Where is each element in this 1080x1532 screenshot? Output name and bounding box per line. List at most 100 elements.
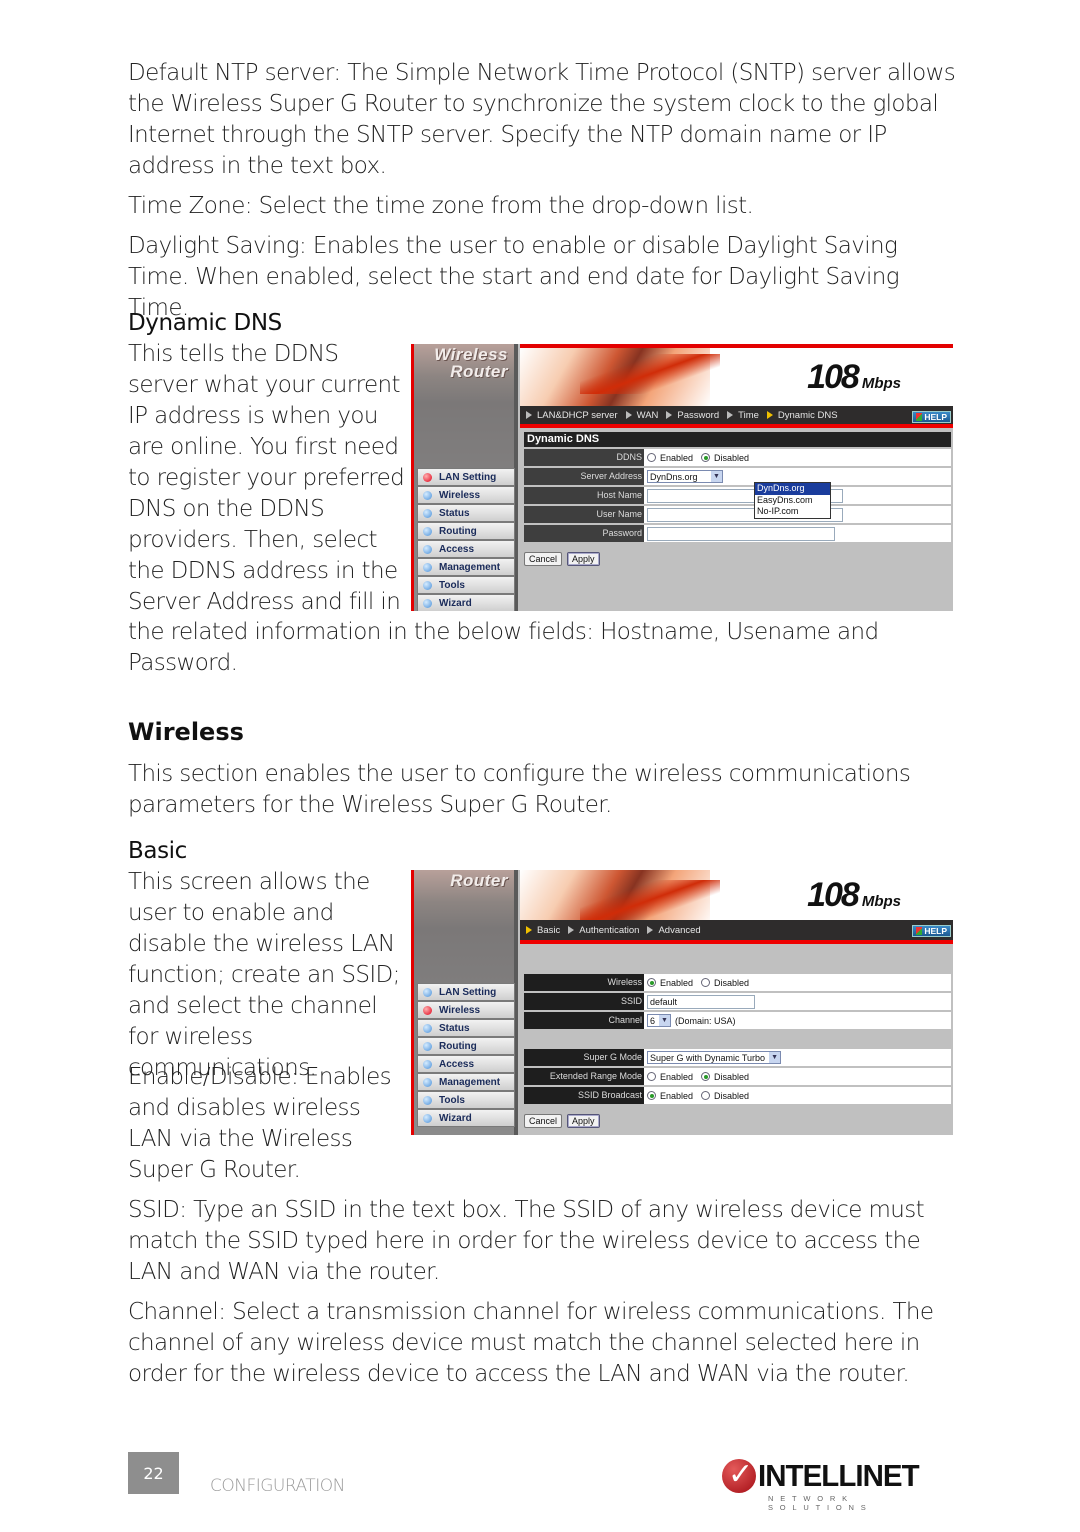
tab-label: Dynamic DNS — [777, 409, 838, 421]
nav-item-access[interactable]: Access — [417, 1055, 515, 1073]
nav-item-lan-setting[interactable]: LAN Setting — [417, 468, 515, 486]
router-logo: Wireless Router — [434, 346, 508, 380]
ext-range-enabled-radio[interactable] — [647, 1072, 656, 1081]
ddns-side-paragraph: This tells the DDNS server what your cur… — [128, 339, 408, 618]
tab-dynamic-dns[interactable]: Dynamic DNS — [766, 409, 838, 421]
channel-select[interactable]: 6 ▼ — [647, 1014, 672, 1027]
nav-item-tools[interactable]: Tools — [417, 1091, 515, 1109]
nav-item-tools[interactable]: Tools — [417, 576, 515, 594]
apply-button[interactable]: Apply — [567, 552, 600, 566]
nav-item-status[interactable]: Status — [417, 504, 515, 522]
password-value — [644, 525, 951, 542]
channel-label: Channel — [524, 1012, 644, 1029]
tab-label: Advanced — [658, 924, 701, 936]
ddns-disabled-radio[interactable] — [701, 453, 711, 462]
apply-button[interactable]: Apply — [567, 1114, 600, 1128]
footer-section-label: CONFIGURATION — [210, 1476, 345, 1496]
dropdown-option[interactable]: No-IP.com — [755, 506, 830, 518]
nav-bullet-icon — [423, 490, 432, 500]
help-label: HELP — [924, 926, 947, 936]
nav-label: Access — [439, 543, 475, 555]
banner-swirl-graphic — [580, 880, 720, 920]
tab-label: WAN — [636, 409, 659, 421]
ssid-broadcast-disabled-radio[interactable] — [701, 1091, 711, 1100]
cancel-button[interactable]: Cancel — [524, 552, 563, 566]
wireless-basic-form: Wireless Enabled Disabled SSID default C… — [524, 972, 951, 1128]
tab-advanced[interactable]: Advanced — [647, 924, 701, 936]
speed-value: 108 — [807, 358, 860, 396]
logo-line-2: Router — [450, 362, 508, 381]
password-label: Password — [524, 525, 644, 542]
password-input[interactable] — [647, 526, 835, 541]
nav-label: Tools — [439, 1094, 465, 1106]
wireless-value: Enabled Disabled — [644, 974, 951, 991]
form-buttons: Cancel Apply — [524, 552, 951, 566]
nav-item-routing[interactable]: Routing — [417, 1037, 515, 1055]
ddns-label: DDNS — [524, 449, 644, 466]
tab-authentication[interactable]: Authentication — [568, 925, 639, 936]
checkmark-logo-icon — [722, 1457, 756, 1493]
radio-label: Disabled — [714, 452, 750, 463]
nav-item-status[interactable]: Status — [417, 1019, 515, 1037]
nav-item-routing[interactable]: Routing — [417, 522, 515, 540]
nav-label: LAN Setting — [439, 471, 497, 483]
form-spacer — [524, 1029, 951, 1047]
nav-bullet-icon — [423, 598, 432, 608]
ssid-broadcast-row: SSID Broadcast Enabled Disabled — [524, 1087, 951, 1104]
tab-wan[interactable]: WAN — [625, 409, 659, 421]
cancel-button[interactable]: Cancel — [524, 1114, 563, 1128]
arrow-icon — [526, 411, 532, 419]
password-row: Password — [524, 525, 951, 542]
tab-time[interactable]: Time — [727, 410, 759, 421]
logo-line-1: Router — [450, 871, 508, 890]
chevron-down-icon: ▼ — [659, 1015, 671, 1026]
nav-label: Wizard — [439, 597, 472, 609]
server-address-select[interactable]: DynDns.org ▼ — [647, 470, 723, 483]
channel-text: Channel: Select a transmission channel f… — [128, 1299, 934, 1387]
tab-lan-dhcp[interactable]: LAN&DHCP server — [526, 410, 618, 421]
tab-basic[interactable]: Basic — [526, 925, 560, 936]
tab-password[interactable]: Password — [666, 410, 719, 421]
dropdown-option[interactable]: EasyDns.com — [755, 495, 830, 507]
nav-item-access[interactable]: Access — [417, 540, 515, 558]
time-zone-text: Time Zone: Select the time zone from the… — [128, 193, 754, 219]
ddns-enabled-radio[interactable] — [647, 453, 656, 462]
router-tabbar: Basic Authentication Advanced HELP — [520, 920, 953, 944]
select-value: Super G with Dynamic Turbo — [650, 1052, 766, 1063]
host-name-label: Host Name — [524, 487, 644, 504]
ssid-row: SSID default — [524, 993, 951, 1010]
nav-label: Status — [439, 507, 470, 519]
nav-label: Wireless — [439, 1004, 481, 1016]
tab-label: LAN&DHCP server — [537, 409, 618, 421]
nav-label: Wireless — [439, 489, 481, 501]
nav-bullet-icon — [423, 562, 432, 572]
dynamic-dns-heading: Dynamic DNS — [128, 310, 282, 336]
nav-item-wireless[interactable]: Wireless — [417, 1001, 515, 1019]
arrow-icon — [568, 926, 575, 934]
ssid-input[interactable]: default — [647, 994, 755, 1009]
ssid-broadcast-enabled-radio[interactable] — [647, 1091, 656, 1100]
nav-item-management[interactable]: Management — [417, 558, 515, 576]
ssid-text: SSID: Type an SSID in the text box. The … — [128, 1197, 925, 1285]
tab-label: Authentication — [579, 924, 640, 936]
super-g-row: Super G Mode Super G with Dynamic Turbo ▼ — [524, 1049, 951, 1066]
ddns-row: DDNS Enabled Disabled — [524, 449, 951, 466]
help-button[interactable]: HELP — [912, 411, 951, 423]
arrow-icon — [666, 411, 673, 419]
nav-label: Routing — [439, 1040, 477, 1052]
help-button[interactable]: HELP — [912, 925, 951, 937]
enable-disable-text: Enable/Disable: Enables and disables wir… — [128, 1064, 392, 1183]
intellinet-logo: INTELLINET NETWORK SOLUTIONS — [722, 1457, 957, 1512]
wireless-enabled-radio[interactable] — [647, 978, 656, 987]
nav-item-wizard[interactable]: Wizard — [417, 1109, 515, 1127]
wireless-disabled-radio[interactable] — [701, 978, 711, 987]
super-g-label: Super G Mode — [524, 1049, 644, 1066]
ext-range-disabled-radio[interactable] — [701, 1072, 711, 1081]
nav-item-lan-setting[interactable]: LAN Setting — [417, 983, 515, 1001]
nav-item-wireless[interactable]: Wireless — [417, 486, 515, 504]
dropdown-option[interactable]: DynDns.org — [755, 483, 830, 495]
nav-item-wizard[interactable]: Wizard — [417, 594, 515, 611]
super-g-select[interactable]: Super G with Dynamic Turbo ▼ — [647, 1051, 782, 1064]
ntp-text: Default NTP server: The Simple Network T… — [128, 60, 956, 179]
nav-item-management[interactable]: Management — [417, 1073, 515, 1091]
